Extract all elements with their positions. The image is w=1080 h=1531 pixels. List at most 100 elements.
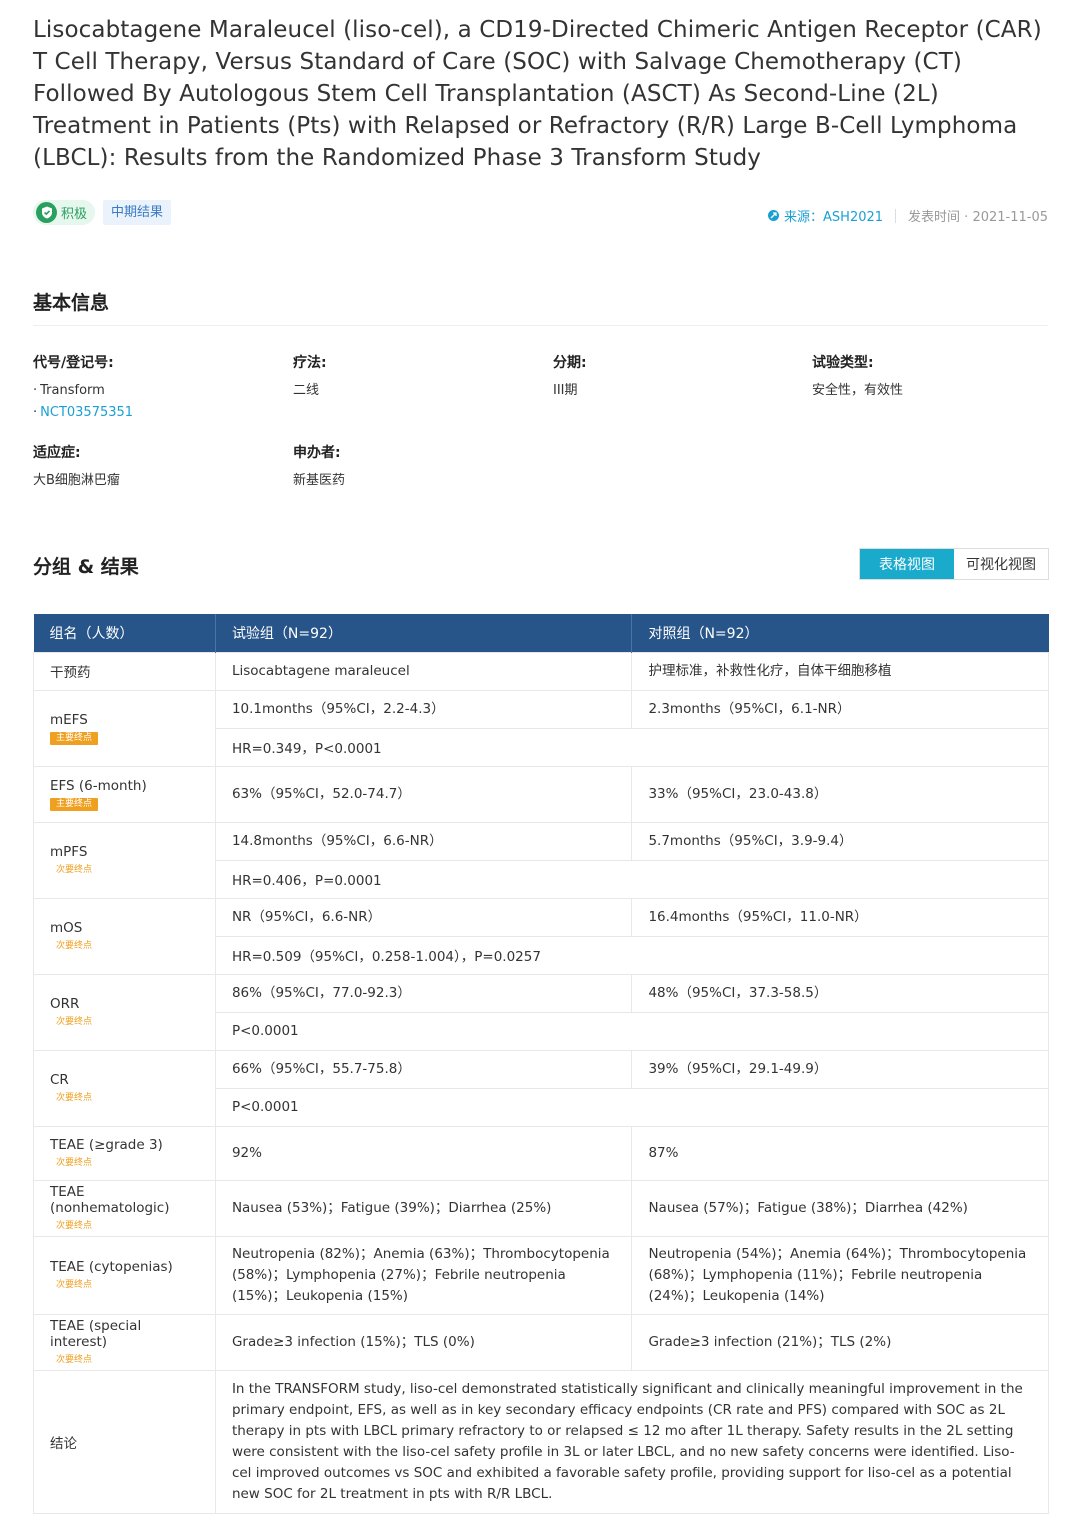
shared-stat-cell: P<0.0001 <box>214 1011 1050 1051</box>
endpoint-name: TEAE (cytopenias) <box>50 1258 173 1275</box>
info-phase: 分期: III期 <box>553 352 587 402</box>
meta-divider <box>895 208 897 223</box>
endpoint-cell: mPFS 次要终点 <box>33 821 216 899</box>
nct-link[interactable]: NCT03575351 <box>33 402 133 424</box>
experimental-value: NR（95%CI，6.6-NR） <box>214 897 633 937</box>
experimental-value: 10.1months（95%CI，2.2-4.3） <box>214 689 633 729</box>
tag-row: 积极 中期结果 <box>33 200 172 225</box>
control-value: 39%（95%CI，29.1-49.9） <box>631 1049 1049 1089</box>
control-value: Grade≥3 infection (21%)；TLS (2%) <box>631 1313 1049 1371</box>
positive-tag-label: 积极 <box>61 207 88 222</box>
table-row: TEAE (cytopenias) 次要终点 Neutropenia (82%)；A… <box>33 1235 1049 1315</box>
info-indication-label: 适应症: <box>33 445 81 461</box>
table-row: mEFS 主要终点 10.1months（95%CI，2.2-4.3） 2.3mont… <box>33 689 1049 767</box>
secondary-endpoint-badge: 次要终点 <box>50 863 99 877</box>
source-link[interactable]: 来源：ASH2021 <box>768 206 883 225</box>
table-row: TEAE (nonhematologic) 次要终点 Nausea (53%)；Fa… <box>33 1179 1049 1237</box>
experimental-text: 14.8months（95%CI，6.6-NR） <box>231 832 443 849</box>
table-row: TEAE (special interest) 次要终点 Grade≥3 infec… <box>33 1313 1049 1371</box>
control-text: 2.3months（95%CI，6.1-NR） <box>648 700 851 717</box>
experimental-value: 63%（95%CI，52.0-74.7） <box>214 765 633 823</box>
info-code-value: Transform <box>33 380 133 402</box>
tab-visual-view[interactable]: 可视化视图 <box>954 549 1048 579</box>
control-value: 2.3months（95%CI，6.1-NR） <box>631 689 1049 729</box>
control-text: 16.4months（95%CI，11.0-NR） <box>648 908 868 925</box>
table-row: TEAE (≥grade 3) 次要终点 92% 87% <box>33 1125 1049 1181</box>
control-text: Grade≥3 infection (21%)；TLS (2%) <box>648 1333 892 1350</box>
info-sponsor-value: 新基医药 <box>293 473 346 488</box>
endpoint-cell: TEAE (nonhematologic) 次要终点 <box>33 1179 216 1237</box>
endpoint-name: CR <box>50 1071 69 1088</box>
experimental-text: 92% <box>231 1144 262 1161</box>
secondary-endpoint-badge: 次要终点 <box>50 1219 99 1233</box>
endpoint-cell: EFS (6-month) 主要终点 <box>33 765 216 823</box>
endpoint-name: TEAE (nonhematologic) <box>50 1183 170 1216</box>
table-row: ORR 次要终点 86%（95%CI，77.0-92.3） 48%（95%CI，37.… <box>33 973 1049 1051</box>
control-value: 护理标准，补救性化疗，自体干细胞移植 <box>631 651 1049 691</box>
control-value: 87% <box>631 1125 1049 1181</box>
experimental-value: 86%（95%CI，77.0-92.3） <box>214 973 633 1013</box>
stage-tag: 中期结果 <box>103 200 172 225</box>
experimental-value: Lisocabtagene maraleucel <box>214 651 633 691</box>
info-indication-value: 大B细胞淋巴瘤 <box>33 473 120 488</box>
experimental-value: 92% <box>214 1125 633 1181</box>
shared-stat-cell: HR=0.509（95%CI，0.258-1.004），P=0.0257 <box>214 935 1050 975</box>
primary-endpoint-badge: 主要终点 <box>50 797 99 811</box>
endpoint-cell: TEAE (≥grade 3) 次要终点 <box>33 1125 216 1181</box>
conclusion-label-cell: 结论 <box>33 1369 216 1514</box>
positive-tag: 积极 <box>33 200 96 225</box>
endpoint-cell: TEAE (cytopenias) 次要终点 <box>33 1235 216 1315</box>
col-group-name: 组名（人数） <box>33 614 216 652</box>
table-row: mPFS 次要终点 14.8months（95%CI，6.6-NR） 5.7month… <box>33 821 1049 899</box>
control-text: 5.7months（95%CI，3.9-9.4） <box>648 832 853 849</box>
primary-endpoint-badge: 主要终点 <box>50 731 99 745</box>
secondary-endpoint-badge: 次要终点 <box>50 939 99 953</box>
table-row: mOS 次要终点 NR（95%CI，6.6-NR） 16.4months（95%CI，… <box>33 897 1049 975</box>
experimental-text: 10.1months（95%CI，2.2-4.3） <box>231 700 445 717</box>
control-text: 48%（95%CI，37.3-58.5） <box>648 984 828 1001</box>
shared-stat: P<0.0001 <box>231 1099 299 1115</box>
info-code-label: 代号/登记号: <box>33 355 114 371</box>
experimental-text: 86%（95%CI，77.0-92.3） <box>231 984 411 1001</box>
page-title: Lisocabtagene Maraleucel (liso-cel), a C… <box>33 17 1042 171</box>
basic-info-heading: 基本信息 <box>33 292 110 314</box>
table-row: EFS (6-month) 主要终点 63%（95%CI，52.0-74.7） 33%… <box>33 765 1049 823</box>
tab-table-view[interactable]: 表格视图 <box>860 549 954 579</box>
conclusion-cell: In the TRANSFORM study, liso-cel demonst… <box>214 1369 1050 1514</box>
endpoint-cell: ORR 次要终点 <box>33 973 216 1051</box>
conclusion-label: 结论 <box>50 1435 77 1452</box>
results-table: 组名（人数） 试验组（N=92） 对照组（N=92） 干预药 Lisocabtag… <box>33 614 1050 1514</box>
endpoint-name: ORR <box>50 995 80 1012</box>
info-therapy: 疗法: 二线 <box>293 352 327 402</box>
shared-stat-cell: HR=0.406，P=0.0001 <box>214 859 1050 899</box>
info-phase-label: 分期: <box>553 355 587 371</box>
experimental-value: Nausea (53%)；Fatigue (39%)；Diarrhea (25%… <box>214 1179 633 1237</box>
endpoint-name: EFS (6-month) <box>50 777 147 794</box>
control-text: 33%（95%CI，23.0-43.8） <box>648 785 828 802</box>
source-icon <box>768 210 780 221</box>
endpoint-cell: TEAE (special interest) 次要终点 <box>33 1313 216 1371</box>
control-value: 16.4months（95%CI，11.0-NR） <box>631 897 1049 937</box>
source-label: 来源：ASH2021 <box>784 210 884 225</box>
divider <box>33 325 1048 326</box>
experimental-text: Lisocabtagene maraleucel <box>231 662 410 679</box>
shield-check-icon <box>36 202 57 223</box>
view-toggle: 表格视图 可视化视图 <box>859 548 1049 580</box>
info-trial-type-label: 试验类型: <box>812 355 874 371</box>
control-value: Nausea (57%)；Fatigue (38%)；Diarrhea (42%… <box>631 1179 1049 1237</box>
results-heading: 分组 & 结果 <box>33 556 139 578</box>
experimental-text: 63%（95%CI，52.0-74.7） <box>231 785 411 802</box>
control-text: Neutropenia (54%)；Anemia (64%)；Thrombocy… <box>648 1245 1027 1304</box>
endpoint-cell: mEFS 主要终点 <box>33 689 216 767</box>
source-meta: 来源：ASH2021 发表时间 · 2021-11-05 <box>768 206 1048 225</box>
experimental-text: Grade≥3 infection (15%)；TLS (0%) <box>231 1333 475 1350</box>
experimental-value: 66%（95%CI，55.7-75.8） <box>214 1049 633 1089</box>
endpoint-name: mOS <box>50 919 83 936</box>
secondary-endpoint-badge: 次要终点 <box>50 1015 99 1029</box>
control-value: 33%（95%CI，23.0-43.8） <box>631 765 1049 823</box>
endpoint-name: TEAE (special interest) <box>50 1317 142 1350</box>
info-trial-type-value: 安全性，有效性 <box>812 383 904 398</box>
publish-date: 发表时间 · 2021-11-05 <box>908 210 1048 225</box>
control-text: Nausea (57%)；Fatigue (38%)；Diarrhea (42%… <box>648 1199 968 1216</box>
endpoint-cell: mOS 次要终点 <box>33 897 216 975</box>
